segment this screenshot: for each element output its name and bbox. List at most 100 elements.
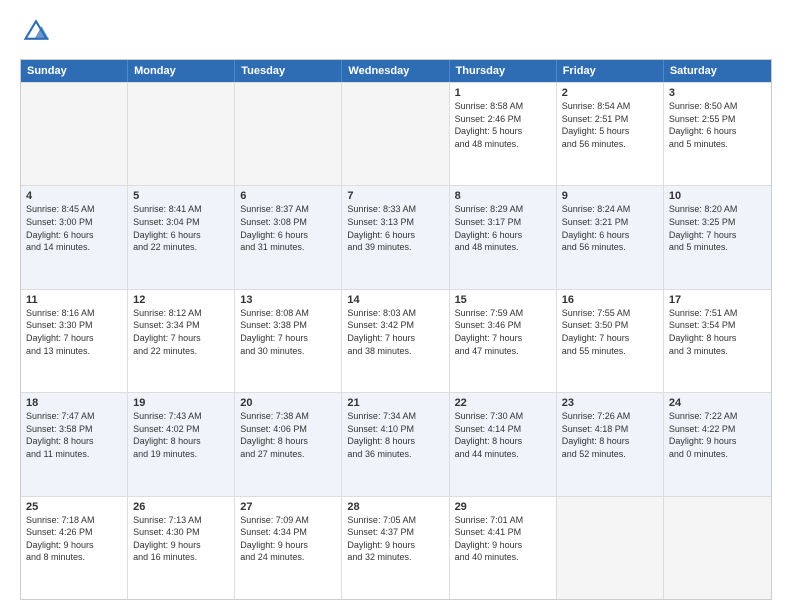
cell-info: Sunrise: 7:34 AM Sunset: 4:10 PM Dayligh… — [347, 410, 443, 460]
cell-info: Sunrise: 7:18 AM Sunset: 4:26 PM Dayligh… — [26, 514, 122, 564]
calendar-cell: 2Sunrise: 8:54 AM Sunset: 2:51 PM Daylig… — [557, 83, 664, 185]
day-number: 8 — [455, 190, 551, 202]
cell-info: Sunrise: 8:03 AM Sunset: 3:42 PM Dayligh… — [347, 307, 443, 357]
day-number: 11 — [26, 294, 122, 306]
cell-info: Sunrise: 7:51 AM Sunset: 3:54 PM Dayligh… — [669, 307, 766, 357]
logo — [20, 16, 54, 49]
day-number: 19 — [133, 397, 229, 409]
calendar-cell: 8Sunrise: 8:29 AM Sunset: 3:17 PM Daylig… — [450, 186, 557, 288]
day-number: 6 — [240, 190, 336, 202]
cell-info: Sunrise: 8:29 AM Sunset: 3:17 PM Dayligh… — [455, 203, 551, 253]
calendar-cell: 16Sunrise: 7:55 AM Sunset: 3:50 PM Dayli… — [557, 290, 664, 392]
day-number: 5 — [133, 190, 229, 202]
calendar-cell: 4Sunrise: 8:45 AM Sunset: 3:00 PM Daylig… — [21, 186, 128, 288]
day-number: 24 — [669, 397, 766, 409]
calendar-row: 4Sunrise: 8:45 AM Sunset: 3:00 PM Daylig… — [21, 185, 771, 288]
day-number: 10 — [669, 190, 766, 202]
calendar-cell: 24Sunrise: 7:22 AM Sunset: 4:22 PM Dayli… — [664, 393, 771, 495]
cell-info: Sunrise: 8:16 AM Sunset: 3:30 PM Dayligh… — [26, 307, 122, 357]
calendar: SundayMondayTuesdayWednesdayThursdayFrid… — [20, 59, 772, 600]
cell-info: Sunrise: 7:01 AM Sunset: 4:41 PM Dayligh… — [455, 514, 551, 564]
calendar-cell: 28Sunrise: 7:05 AM Sunset: 4:37 PM Dayli… — [342, 497, 449, 599]
cell-info: Sunrise: 7:26 AM Sunset: 4:18 PM Dayligh… — [562, 410, 658, 460]
calendar-cell: 17Sunrise: 7:51 AM Sunset: 3:54 PM Dayli… — [664, 290, 771, 392]
cell-info: Sunrise: 8:20 AM Sunset: 3:25 PM Dayligh… — [669, 203, 766, 253]
calendar-header-cell: Sunday — [21, 60, 128, 82]
cell-info: Sunrise: 8:37 AM Sunset: 3:08 PM Dayligh… — [240, 203, 336, 253]
calendar-cell — [557, 497, 664, 599]
header — [20, 16, 772, 49]
calendar-cell: 12Sunrise: 8:12 AM Sunset: 3:34 PM Dayli… — [128, 290, 235, 392]
day-number: 27 — [240, 501, 336, 513]
day-number: 3 — [669, 87, 766, 99]
day-number: 16 — [562, 294, 658, 306]
calendar-cell: 22Sunrise: 7:30 AM Sunset: 4:14 PM Dayli… — [450, 393, 557, 495]
cell-info: Sunrise: 7:05 AM Sunset: 4:37 PM Dayligh… — [347, 514, 443, 564]
day-number: 25 — [26, 501, 122, 513]
calendar-header-cell: Saturday — [664, 60, 771, 82]
day-number: 4 — [26, 190, 122, 202]
cell-info: Sunrise: 7:13 AM Sunset: 4:30 PM Dayligh… — [133, 514, 229, 564]
calendar-cell: 20Sunrise: 7:38 AM Sunset: 4:06 PM Dayli… — [235, 393, 342, 495]
cell-info: Sunrise: 7:43 AM Sunset: 4:02 PM Dayligh… — [133, 410, 229, 460]
calendar-row: 18Sunrise: 7:47 AM Sunset: 3:58 PM Dayli… — [21, 392, 771, 495]
calendar-cell: 1Sunrise: 8:58 AM Sunset: 2:46 PM Daylig… — [450, 83, 557, 185]
cell-info: Sunrise: 8:41 AM Sunset: 3:04 PM Dayligh… — [133, 203, 229, 253]
calendar-cell: 10Sunrise: 8:20 AM Sunset: 3:25 PM Dayli… — [664, 186, 771, 288]
day-number: 14 — [347, 294, 443, 306]
cell-info: Sunrise: 7:30 AM Sunset: 4:14 PM Dayligh… — [455, 410, 551, 460]
cell-info: Sunrise: 7:55 AM Sunset: 3:50 PM Dayligh… — [562, 307, 658, 357]
calendar-cell — [128, 83, 235, 185]
calendar-cell: 18Sunrise: 7:47 AM Sunset: 3:58 PM Dayli… — [21, 393, 128, 495]
cell-info: Sunrise: 7:47 AM Sunset: 3:58 PM Dayligh… — [26, 410, 122, 460]
calendar-cell: 7Sunrise: 8:33 AM Sunset: 3:13 PM Daylig… — [342, 186, 449, 288]
calendar-cell — [21, 83, 128, 185]
cell-info: Sunrise: 8:58 AM Sunset: 2:46 PM Dayligh… — [455, 100, 551, 150]
calendar-header-cell: Monday — [128, 60, 235, 82]
calendar-cell: 6Sunrise: 8:37 AM Sunset: 3:08 PM Daylig… — [235, 186, 342, 288]
cell-info: Sunrise: 7:38 AM Sunset: 4:06 PM Dayligh… — [240, 410, 336, 460]
calendar-cell: 9Sunrise: 8:24 AM Sunset: 3:21 PM Daylig… — [557, 186, 664, 288]
calendar-cell: 13Sunrise: 8:08 AM Sunset: 3:38 PM Dayli… — [235, 290, 342, 392]
cell-info: Sunrise: 8:45 AM Sunset: 3:00 PM Dayligh… — [26, 203, 122, 253]
calendar-cell: 21Sunrise: 7:34 AM Sunset: 4:10 PM Dayli… — [342, 393, 449, 495]
calendar-row: 11Sunrise: 8:16 AM Sunset: 3:30 PM Dayli… — [21, 289, 771, 392]
calendar-row: 1Sunrise: 8:58 AM Sunset: 2:46 PM Daylig… — [21, 82, 771, 185]
page: SundayMondayTuesdayWednesdayThursdayFrid… — [0, 0, 792, 612]
day-number: 26 — [133, 501, 229, 513]
calendar-body: 1Sunrise: 8:58 AM Sunset: 2:46 PM Daylig… — [21, 82, 771, 599]
calendar-cell: 29Sunrise: 7:01 AM Sunset: 4:41 PM Dayli… — [450, 497, 557, 599]
day-number: 21 — [347, 397, 443, 409]
calendar-cell: 26Sunrise: 7:13 AM Sunset: 4:30 PM Dayli… — [128, 497, 235, 599]
day-number: 28 — [347, 501, 443, 513]
day-number: 18 — [26, 397, 122, 409]
cell-info: Sunrise: 7:09 AM Sunset: 4:34 PM Dayligh… — [240, 514, 336, 564]
calendar-cell: 5Sunrise: 8:41 AM Sunset: 3:04 PM Daylig… — [128, 186, 235, 288]
calendar-cell — [342, 83, 449, 185]
calendar-cell: 19Sunrise: 7:43 AM Sunset: 4:02 PM Dayli… — [128, 393, 235, 495]
cell-info: Sunrise: 7:59 AM Sunset: 3:46 PM Dayligh… — [455, 307, 551, 357]
calendar-cell: 3Sunrise: 8:50 AM Sunset: 2:55 PM Daylig… — [664, 83, 771, 185]
day-number: 17 — [669, 294, 766, 306]
calendar-cell: 11Sunrise: 8:16 AM Sunset: 3:30 PM Dayli… — [21, 290, 128, 392]
calendar-cell: 14Sunrise: 8:03 AM Sunset: 3:42 PM Dayli… — [342, 290, 449, 392]
logo-icon — [22, 16, 50, 44]
day-number: 22 — [455, 397, 551, 409]
day-number: 29 — [455, 501, 551, 513]
calendar-cell: 27Sunrise: 7:09 AM Sunset: 4:34 PM Dayli… — [235, 497, 342, 599]
calendar-cell — [235, 83, 342, 185]
day-number: 20 — [240, 397, 336, 409]
calendar-cell — [664, 497, 771, 599]
cell-info: Sunrise: 7:22 AM Sunset: 4:22 PM Dayligh… — [669, 410, 766, 460]
cell-info: Sunrise: 8:33 AM Sunset: 3:13 PM Dayligh… — [347, 203, 443, 253]
day-number: 7 — [347, 190, 443, 202]
day-number: 1 — [455, 87, 551, 99]
day-number: 13 — [240, 294, 336, 306]
calendar-row: 25Sunrise: 7:18 AM Sunset: 4:26 PM Dayli… — [21, 496, 771, 599]
calendar-header-cell: Wednesday — [342, 60, 449, 82]
calendar-header-cell: Tuesday — [235, 60, 342, 82]
day-number: 15 — [455, 294, 551, 306]
cell-info: Sunrise: 8:12 AM Sunset: 3:34 PM Dayligh… — [133, 307, 229, 357]
day-number: 12 — [133, 294, 229, 306]
calendar-cell: 15Sunrise: 7:59 AM Sunset: 3:46 PM Dayli… — [450, 290, 557, 392]
